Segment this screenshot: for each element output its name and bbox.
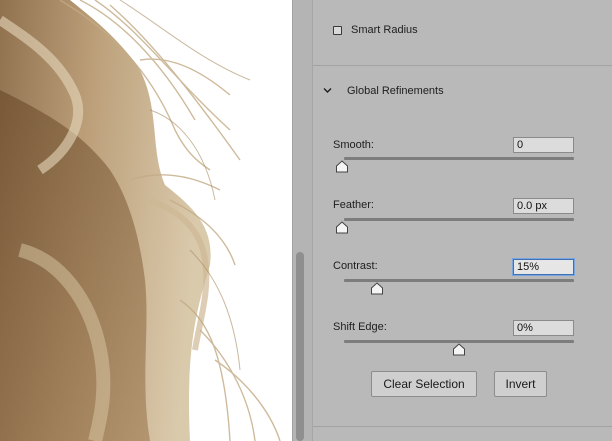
feather-input[interactable]: 0.0 px	[513, 198, 574, 214]
contrast-slider-thumb[interactable]	[370, 282, 384, 295]
smart-radius-checkbox[interactable]	[333, 26, 342, 35]
contrast-input[interactable]: 15%	[513, 259, 574, 275]
contrast-label: Contrast:	[333, 260, 378, 272]
section-divider	[313, 65, 612, 66]
invert-button[interactable]: Invert	[494, 371, 547, 397]
shift-edge-label: Shift Edge:	[333, 321, 387, 333]
shift-edge-input[interactable]: 0%	[513, 320, 574, 336]
feather-slider-thumb[interactable]	[335, 221, 349, 234]
feather-slider-track[interactable]	[344, 218, 574, 221]
smooth-label: Smooth:	[333, 139, 374, 151]
smooth-slider-track[interactable]	[344, 157, 574, 160]
hair-image	[0, 0, 281, 441]
global-refinements-header[interactable]: Global Refinements	[347, 85, 444, 97]
smooth-slider-thumb[interactable]	[335, 160, 349, 173]
feather-label: Feather:	[333, 199, 374, 211]
section-divider-bottom	[313, 426, 612, 427]
canvas-preview[interactable]	[0, 0, 292, 441]
refine-edge-panel: Smart Radius Global Refinements Smooth: …	[312, 0, 612, 441]
chevron-down-icon[interactable]	[322, 85, 333, 96]
smart-radius-label: Smart Radius	[351, 24, 418, 36]
shift-edge-slider-thumb[interactable]	[452, 343, 466, 356]
scrollbar-thumb[interactable]	[296, 252, 304, 441]
smooth-input[interactable]: 0	[513, 137, 574, 153]
clear-selection-button[interactable]: Clear Selection	[371, 371, 477, 397]
